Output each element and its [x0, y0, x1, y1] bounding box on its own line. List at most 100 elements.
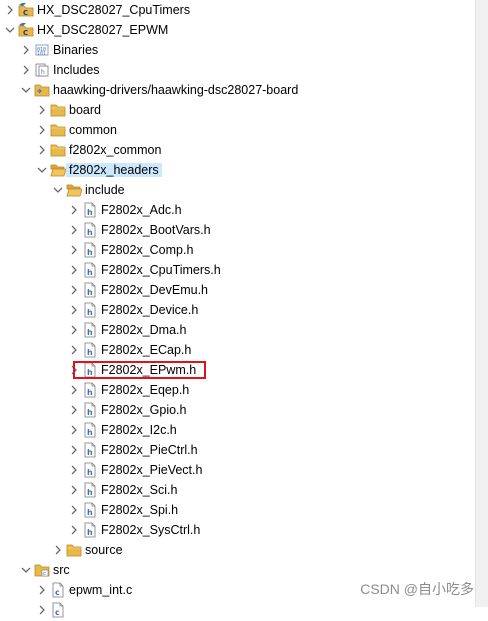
- tree-item-label: Binaries: [53, 43, 99, 57]
- chevron-right-icon[interactable]: [69, 424, 79, 435]
- chevron-right-icon[interactable]: [69, 484, 79, 495]
- chevron-down-icon[interactable]: [5, 24, 15, 34]
- tree-item-label: epwm_int.c: [69, 583, 133, 597]
- tree-row[interactable]: h F2802x_Eqep.h: [0, 380, 470, 400]
- tree-item-label: board: [69, 103, 101, 117]
- folder-icon: [50, 102, 66, 118]
- tree-item-label: F2802x_PieCtrl.h: [101, 443, 198, 457]
- chevron-right-icon[interactable]: [21, 64, 31, 75]
- chevron-right-icon[interactable]: [37, 604, 47, 615]
- tree-row[interactable]: h F2802x_ECap.h: [0, 340, 470, 360]
- chevron-down-icon[interactable]: [37, 164, 47, 174]
- chevron-right-icon[interactable]: [69, 284, 79, 295]
- svg-text:c: c: [43, 571, 46, 577]
- tree-row[interactable]: h F2802x_Adc.h: [0, 200, 470, 220]
- chevron-right-icon[interactable]: [69, 344, 79, 355]
- tree-row[interactable]: h F2802x_Device.h: [0, 300, 470, 320]
- c-project-icon: C: [18, 22, 34, 38]
- tree-row[interactable]: f2802x_common: [0, 140, 470, 160]
- chevron-right-icon[interactable]: [21, 44, 31, 55]
- tree-row[interactable]: c: [0, 600, 470, 620]
- chevron-right-icon[interactable]: [69, 244, 79, 255]
- svg-text:h: h: [87, 348, 93, 357]
- tree-row[interactable]: haawking-drivers/haawking-dsc28027-board: [0, 80, 470, 100]
- tree-row[interactable]: board: [0, 100, 470, 120]
- header-file-icon: h: [82, 522, 98, 538]
- tree-row[interactable]: h F2802x_Dma.h: [0, 320, 470, 340]
- tree-item-label: Includes: [53, 63, 100, 77]
- tree-row[interactable]: source: [0, 540, 470, 560]
- tree-row[interactable]: h F2802x_DevEmu.h: [0, 280, 470, 300]
- tree-row[interactable]: common: [0, 120, 470, 140]
- tree-row[interactable]: h F2802x_Comp.h: [0, 240, 470, 260]
- svg-text:h: h: [87, 268, 93, 277]
- tree-item-label: F2802x_ECap.h: [101, 343, 192, 357]
- c-file-icon: c: [50, 582, 66, 598]
- folder-icon: [50, 122, 66, 138]
- svg-text:h: h: [87, 408, 93, 417]
- tree-item-label: F2802x_SysCtrl.h: [101, 523, 201, 537]
- tree-item-label: F2802x_BootVars.h: [101, 223, 211, 237]
- tree-row[interactable]: C HX_DSC28027_EPWM: [0, 20, 470, 40]
- chevron-right-icon[interactable]: [37, 104, 47, 115]
- tree-item-label: src: [53, 563, 70, 577]
- tree-row[interactable]: 010 101 Binaries: [0, 40, 470, 60]
- tree-row[interactable]: h F2802x_PieVect.h: [0, 460, 470, 480]
- tree-item-label: F2802x_CpuTimers.h: [101, 263, 221, 277]
- header-file-icon: h: [82, 322, 98, 338]
- folder-icon: [66, 542, 82, 558]
- svg-text:101: 101: [37, 51, 46, 57]
- tree-row[interactable]: h F2802x_EPwm.h: [0, 360, 470, 380]
- tree-row[interactable]: h F2802x_I2c.h: [0, 420, 470, 440]
- header-file-icon: h: [82, 302, 98, 318]
- chevron-right-icon[interactable]: [69, 404, 79, 415]
- linked-folder-icon: [34, 82, 50, 98]
- header-file-icon: h: [82, 422, 98, 438]
- chevron-right-icon[interactable]: [69, 304, 79, 315]
- tree-item-label: F2802x_Device.h: [101, 303, 199, 317]
- folder-open-icon: [50, 162, 67, 178]
- chevron-right-icon[interactable]: [37, 124, 47, 135]
- chevron-right-icon[interactable]: [69, 204, 79, 215]
- tree-row[interactable]: h F2802x_SysCtrl.h: [0, 520, 470, 540]
- c-file-icon: c: [50, 602, 66, 618]
- chevron-down-icon[interactable]: [21, 564, 31, 574]
- chevron-right-icon[interactable]: [5, 4, 15, 15]
- chevron-right-icon[interactable]: [69, 464, 79, 475]
- chevron-right-icon[interactable]: [69, 324, 79, 335]
- chevron-right-icon[interactable]: [69, 264, 79, 275]
- tree-row[interactable]: h F2802x_CpuTimers.h: [0, 260, 470, 280]
- tree-item-label: include: [85, 183, 125, 197]
- chevron-down-icon[interactable]: [21, 84, 31, 94]
- chevron-right-icon[interactable]: [37, 144, 47, 155]
- svg-text:C: C: [23, 9, 28, 17]
- chevron-right-icon[interactable]: [37, 584, 47, 595]
- tree-item-label: haawking-drivers/haawking-dsc28027-board: [53, 83, 299, 97]
- tree-row[interactable]: h F2802x_Spi.h: [0, 500, 470, 520]
- chevron-right-icon[interactable]: [69, 224, 79, 235]
- chevron-right-icon[interactable]: [69, 444, 79, 455]
- tree-item-label: source: [85, 543, 123, 557]
- tree-row[interactable]: h F2802x_Gpio.h: [0, 400, 470, 420]
- tree-row[interactable]: h F2802x_BootVars.h: [0, 220, 470, 240]
- tree-row[interactable]: h F2802x_Sci.h: [0, 480, 470, 500]
- tree-row[interactable]: h Includes: [0, 60, 470, 80]
- tree-row[interactable]: f2802x_headers: [0, 160, 470, 180]
- svg-text:h: h: [87, 488, 93, 497]
- tree-item-label: f2802x_headers: [66, 163, 162, 177]
- vertical-scrollbar[interactable]: [475, 0, 488, 607]
- chevron-right-icon[interactable]: [69, 524, 79, 535]
- tree-row[interactable]: C HX_DSC28027_CpuTimers: [0, 0, 470, 20]
- chevron-right-icon[interactable]: [69, 384, 79, 395]
- chevron-right-icon[interactable]: [69, 504, 79, 515]
- tree-item-label: F2802x_Dma.h: [101, 323, 187, 337]
- header-file-icon: h: [82, 462, 98, 478]
- chevron-right-icon[interactable]: [53, 544, 63, 555]
- chevron-down-icon[interactable]: [53, 184, 63, 194]
- tree-row[interactable]: include: [0, 180, 470, 200]
- tree-item-label: HX_DSC28027_CpuTimers: [37, 3, 191, 17]
- svg-text:h: h: [87, 328, 93, 337]
- tree-row[interactable]: h F2802x_PieCtrl.h: [0, 440, 470, 460]
- svg-text:h: h: [87, 468, 93, 477]
- tree-row[interactable]: c src: [0, 560, 470, 580]
